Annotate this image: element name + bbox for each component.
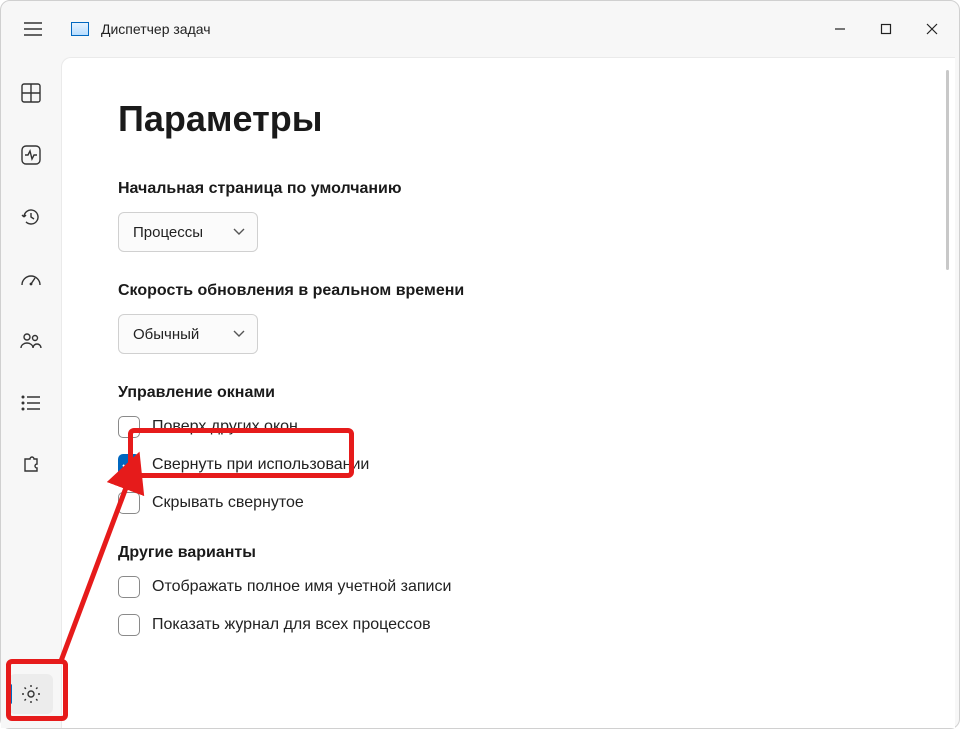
row-full-account-name: Отображать полное имя учетной записи	[118, 576, 955, 598]
label-always-on-top: Поверх других окон	[152, 418, 298, 436]
gear-icon	[21, 684, 41, 704]
settings-content: Параметры Начальная страница по умолчани…	[62, 58, 955, 728]
update-speed-value: Обычный	[133, 326, 199, 343]
row-hide-minimized: Скрывать свернутое	[118, 492, 955, 514]
grid-icon	[21, 83, 41, 103]
nav-performance[interactable]	[9, 135, 53, 175]
window-body: Параметры Начальная страница по умолчани…	[1, 57, 959, 728]
content-area: Параметры Начальная страница по умолчани…	[61, 57, 955, 728]
close-icon	[926, 23, 938, 35]
chevron-down-icon	[233, 330, 245, 338]
titlebar: Диспетчер задач	[1, 1, 959, 57]
hamburger-icon	[24, 22, 42, 36]
history-icon	[21, 207, 41, 227]
label-minimize-on-use: Свернуть при использовании	[152, 456, 369, 474]
label-history-all: Показать журнал для всех процессов	[152, 616, 431, 634]
chevron-down-icon	[233, 228, 245, 236]
default-page-value: Процессы	[133, 224, 203, 241]
app-icon	[71, 22, 89, 36]
nav-settings[interactable]	[9, 674, 53, 714]
nav-startup[interactable]	[9, 259, 53, 299]
scrollbar[interactable]	[946, 70, 949, 270]
users-icon	[20, 331, 42, 351]
nav-details[interactable]	[9, 383, 53, 423]
section-other-label: Другие варианты	[118, 544, 955, 562]
hamburger-menu-button[interactable]	[13, 9, 53, 49]
check-icon	[122, 459, 136, 471]
nav-rail	[1, 57, 61, 728]
section-window-mgmt-label: Управление окнами	[118, 384, 955, 402]
maximize-icon	[880, 23, 892, 35]
row-always-on-top: Поверх других окон	[118, 416, 955, 438]
checkbox-history-all[interactable]	[118, 614, 140, 636]
close-button[interactable]	[909, 9, 955, 49]
label-hide-minimized: Скрывать свернутое	[152, 494, 304, 512]
nav-processes[interactable]	[9, 73, 53, 113]
nav-services[interactable]	[9, 445, 53, 485]
speedometer-icon	[20, 269, 42, 289]
minimize-icon	[834, 23, 846, 35]
app-window: Диспетчер задач	[0, 0, 960, 729]
row-history-all: Показать журнал для всех процессов	[118, 614, 955, 636]
checkbox-full-account-name[interactable]	[118, 576, 140, 598]
window-controls	[817, 9, 955, 49]
label-full-account-name: Отображать полное имя учетной записи	[152, 578, 451, 596]
checkbox-always-on-top[interactable]	[118, 416, 140, 438]
nav-users[interactable]	[9, 321, 53, 361]
checkbox-hide-minimized[interactable]	[118, 492, 140, 514]
minimize-button[interactable]	[817, 9, 863, 49]
pulse-icon	[21, 145, 41, 165]
update-speed-dropdown[interactable]: Обычный	[118, 314, 258, 354]
default-page-dropdown[interactable]: Процессы	[118, 212, 258, 252]
puzzle-icon	[21, 455, 41, 475]
nav-app-history[interactable]	[9, 197, 53, 237]
checkbox-minimize-on-use[interactable]	[118, 454, 140, 476]
maximize-button[interactable]	[863, 9, 909, 49]
section-default-page-label: Начальная страница по умолчанию	[118, 180, 955, 198]
page-title: Параметры	[118, 98, 955, 140]
section-update-speed-label: Скорость обновления в реальном времени	[118, 282, 955, 300]
list-icon	[21, 395, 41, 411]
row-minimize-on-use: Свернуть при использовании	[118, 454, 955, 476]
app-title: Диспетчер задач	[101, 21, 211, 37]
